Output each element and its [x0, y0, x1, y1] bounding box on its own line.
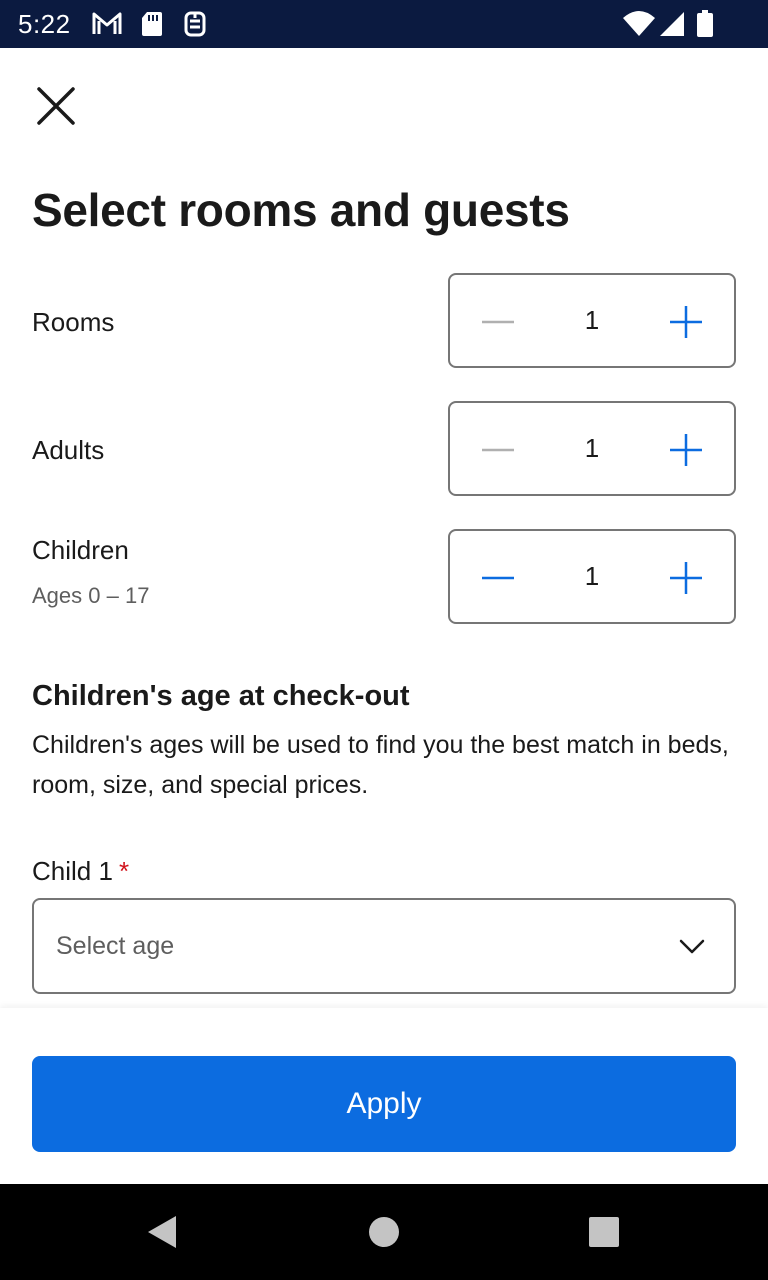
- children-age-description: Children's ages will be used to find you…: [32, 731, 729, 799]
- children-increment-button[interactable]: [638, 531, 734, 622]
- battery-icon: [696, 10, 714, 38]
- close-icon: [37, 87, 75, 125]
- children-age-range: Ages 0 – 17: [32, 583, 150, 608]
- cell-signal-icon: [658, 10, 686, 38]
- rooms-stepper: 1: [448, 273, 736, 368]
- rooms-decrement-button[interactable]: [450, 275, 546, 366]
- home-button[interactable]: [366, 1214, 402, 1250]
- sync-icon: [182, 10, 210, 38]
- rooms-value: 1: [584, 305, 600, 335]
- adults-stepper: 1: [448, 401, 736, 496]
- navigation-bar: [0, 1184, 768, 1280]
- adults-increment-button[interactable]: [638, 403, 734, 494]
- children-age-heading: Children's age at check-out: [32, 680, 410, 712]
- children-value: 1: [584, 561, 600, 591]
- footer: Apply: [0, 1008, 768, 1184]
- recents-icon: [589, 1217, 619, 1247]
- status-time: 5:22: [18, 9, 71, 39]
- status-bar: 5:22: [0, 0, 768, 48]
- apply-button[interactable]: Apply: [32, 1056, 736, 1152]
- back-icon: [148, 1216, 176, 1248]
- recents-button[interactable]: [586, 1214, 622, 1250]
- plus-icon: [670, 434, 702, 466]
- child-1-age-select[interactable]: Select age: [32, 898, 736, 994]
- home-icon: [369, 1217, 399, 1247]
- plus-icon: [670, 562, 702, 594]
- required-indicator: *: [118, 856, 130, 886]
- chevron-down-icon: [678, 934, 706, 958]
- child-1-label: Child 1 *: [32, 854, 129, 888]
- minus-icon: [482, 320, 514, 324]
- rooms-label: Rooms: [32, 307, 115, 337]
- minus-icon: [482, 448, 514, 452]
- child-1-label-text: Child 1: [32, 856, 113, 886]
- close-button[interactable]: [30, 80, 82, 132]
- adults-decrement-button[interactable]: [450, 403, 546, 494]
- sd-card-icon: [140, 10, 168, 38]
- adults-label: Adults: [32, 435, 105, 465]
- plus-icon: [670, 306, 702, 338]
- adults-value: 1: [584, 433, 600, 463]
- wifi-icon: [622, 10, 656, 38]
- children-stepper: 1: [448, 529, 736, 624]
- children-label: Children: [32, 535, 129, 565]
- back-button[interactable]: [144, 1214, 180, 1250]
- gmail-icon: [92, 10, 122, 38]
- minus-icon: [482, 576, 514, 580]
- page-title: Select rooms and guests: [32, 184, 570, 236]
- rooms-increment-button[interactable]: [638, 275, 734, 366]
- children-decrement-button[interactable]: [450, 531, 546, 622]
- select-age-placeholder: Select age: [56, 932, 175, 960]
